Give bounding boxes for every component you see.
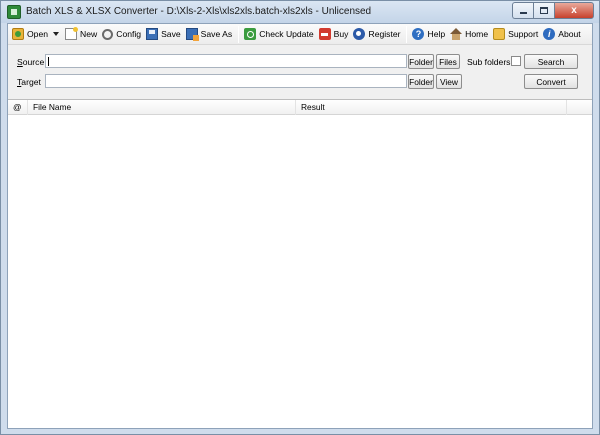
list-header: @ File Name Result (8, 100, 592, 115)
maximize-icon (540, 7, 548, 14)
cart-icon (318, 28, 331, 40)
config-button[interactable]: Config (100, 25, 144, 44)
new-label: New (80, 29, 98, 39)
subfolders-label: Sub folders (467, 57, 511, 67)
column-header-status[interactable]: @ (8, 100, 28, 115)
toolbar-separator (238, 25, 240, 43)
new-file-icon (65, 27, 79, 40)
register-key-icon (353, 28, 366, 40)
source-folder-button[interactable]: Folder (408, 54, 434, 69)
home-button[interactable]: Home (448, 25, 491, 44)
support-label: Support (508, 29, 539, 39)
source-files-button[interactable]: Files (436, 54, 460, 69)
target-view-button[interactable]: View (436, 74, 462, 89)
app-icon (7, 5, 21, 19)
info-icon: i (543, 28, 556, 40)
update-icon (244, 28, 257, 40)
source-label-text: ource (22, 57, 45, 67)
support-button[interactable]: Support (491, 25, 541, 44)
new-button[interactable]: New (63, 25, 100, 44)
convert-button[interactable]: Convert (524, 74, 578, 89)
about-button[interactable]: i About (541, 25, 583, 44)
register-button[interactable]: Register (351, 25, 403, 44)
file-list[interactable]: @ File Name Result (8, 99, 592, 428)
toolbar-separator (406, 25, 408, 43)
tools-icon (102, 28, 114, 40)
subfolders-checkbox[interactable] (511, 56, 521, 66)
app-window: Batch XLS & XLSX Converter - D:\Xls-2-Xl… (0, 0, 600, 435)
toolbar: Open New Config Save Save As Check Updat… (8, 24, 592, 45)
save-label: Save (161, 29, 181, 39)
help-label: Help (427, 29, 446, 39)
maximize-button[interactable] (533, 2, 554, 19)
target-label: Target (17, 77, 41, 87)
save-as-icon (185, 28, 199, 41)
minimize-icon (519, 12, 527, 14)
save-as-label: Save As (200, 29, 233, 39)
check-update-button[interactable]: Check Update (242, 25, 316, 44)
close-icon: x (571, 5, 577, 16)
close-button[interactable]: x (554, 2, 594, 19)
buy-button[interactable]: Buy (317, 25, 352, 44)
source-input[interactable] (45, 54, 407, 68)
save-disk-icon (146, 28, 159, 40)
open-label: Open (27, 29, 49, 39)
home-icon (450, 28, 463, 40)
check-update-label: Check Update (259, 29, 314, 39)
target-folder-button[interactable]: Folder (408, 74, 434, 89)
open-button[interactable]: Open (10, 25, 51, 44)
config-label: Config (116, 29, 142, 39)
save-button[interactable]: Save (144, 25, 184, 44)
column-header-result[interactable]: Result (296, 100, 567, 115)
buy-label: Buy (333, 29, 349, 39)
minimize-button[interactable] (512, 2, 533, 19)
home-label: Home (465, 29, 489, 39)
window-controls: x (512, 2, 594, 19)
help-button[interactable]: ? Help (410, 25, 448, 44)
target-input[interactable] (45, 74, 407, 88)
source-label: Source (17, 57, 44, 67)
open-dropdown-arrow[interactable] (51, 25, 61, 44)
title-bar[interactable]: Batch XLS & XLSX Converter - D:\Xls-2-Xl… (1, 1, 599, 23)
about-label: About (558, 29, 581, 39)
target-label-text: arget (21, 77, 41, 87)
column-header-file-name[interactable]: File Name (28, 100, 296, 115)
search-button[interactable]: Search (524, 54, 578, 69)
open-folder-icon (12, 28, 24, 40)
save-as-button[interactable]: Save As (184, 25, 236, 44)
support-icon (493, 28, 506, 40)
window-title: Batch XLS & XLSX Converter - D:\Xls-2-Xl… (26, 6, 372, 17)
help-icon: ? (412, 28, 425, 40)
register-label: Register (368, 29, 401, 39)
client-area: Open New Config Save Save As Check Updat… (7, 23, 593, 429)
